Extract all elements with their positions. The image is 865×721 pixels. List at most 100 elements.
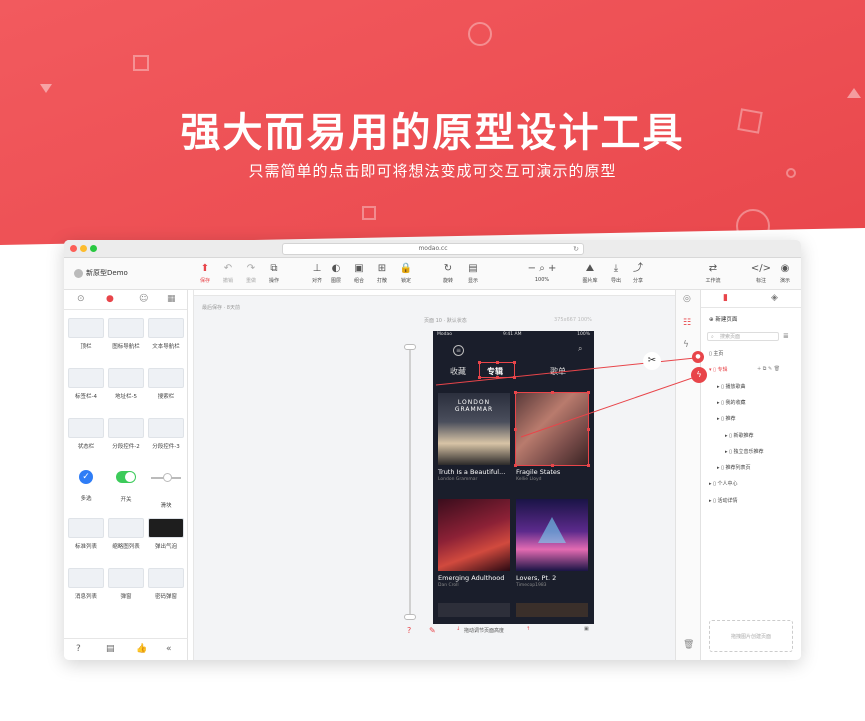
component-item[interactable]: 标签栏-4 (66, 368, 106, 400)
close-window-button[interactable] (70, 245, 77, 252)
ungroup-button[interactable]: ⊞ 打散 (371, 262, 393, 284)
settings-icon[interactable]: ◎ (683, 294, 691, 304)
layers-tab-icon[interactable]: ◈ (771, 293, 778, 303)
component-item[interactable]: 消息列表 (66, 568, 106, 600)
share-button[interactable]: ⤴ 分享 (627, 262, 649, 284)
slider-handle-bottom[interactable] (404, 614, 416, 620)
component-item[interactable]: 弹窗 (106, 568, 146, 600)
rotate-button[interactable]: ↻ 旋转 (437, 262, 459, 284)
selection-handle[interactable] (587, 464, 590, 467)
slider-handle-top[interactable] (404, 344, 416, 350)
minimize-window-button[interactable] (80, 245, 87, 252)
page-actions[interactable]: + ⧉ ✎ 🗑 (757, 366, 780, 372)
selection-handle[interactable] (587, 391, 590, 394)
component-item[interactable]: 搜索栏 (146, 368, 186, 400)
component-item[interactable]: 密码弹窗 (146, 568, 186, 600)
album-card[interactable]: Lovers, Pt. 2 Timecop1983 (516, 499, 588, 588)
scissors-icon[interactable]: ✂ (643, 352, 661, 370)
image-library-button[interactable]: ⛰ 图片库 (579, 262, 601, 284)
phone-artboard[interactable]: Modao 9:41 AM 100% ≡ ⌕ 收藏 专辑 歌单 LONDON GRA… (433, 331, 594, 624)
component-item[interactable]: 滑块 (146, 468, 186, 509)
lightning-icon[interactable]: ϟ (683, 340, 689, 350)
selection-handle[interactable] (513, 361, 516, 364)
selection-handle[interactable] (551, 391, 554, 394)
component-item[interactable]: 缩略图列表 (106, 518, 146, 550)
maximize-window-button[interactable] (90, 245, 97, 252)
help-icon[interactable]: ? (76, 644, 81, 654)
layers-list-icon[interactable]: ☷ (683, 318, 691, 328)
project-name[interactable]: 新原型Demo (74, 268, 128, 278)
pages-tab-icon[interactable]: ▮ (723, 293, 728, 303)
export-button[interactable]: ⤓ 导出 (605, 262, 627, 284)
preview-button[interactable]: ◉ 演示 (774, 262, 796, 284)
page-tree-item[interactable]: ▸ ▯ 我的收藏 (717, 399, 745, 406)
help-circle-icon[interactable]: ? (407, 626, 411, 635)
component-item[interactable]: 分段控件-2 (106, 418, 146, 450)
page-tree-item[interactable]: ▸ ▯ 活动详情 (709, 497, 737, 504)
component-item[interactable]: 标准列表 (66, 518, 106, 550)
selection-handle[interactable] (496, 376, 499, 379)
smiley-icon[interactable]: ☺ (139, 294, 148, 304)
selection-handle[interactable] (513, 376, 516, 379)
component-item[interactable]: 文本导航栏 (146, 318, 186, 350)
lock-button[interactable]: 🔒 锁定 (395, 262, 417, 284)
page-tree-item[interactable]: ▸ ▯ 播放歌曲 (717, 383, 745, 390)
new-page-button[interactable]: ⊕ 新建页面 (709, 315, 737, 323)
collapse-icon[interactable]: « (166, 644, 172, 654)
save-button[interactable]: ⬆ 保存 (194, 262, 216, 284)
component-item[interactable]: 状态栏 (66, 418, 106, 450)
page-tree-item[interactable]: ▸ ▯ 独立音乐推荐 (725, 448, 763, 455)
undo-button[interactable]: ↶ 撤销 (217, 262, 239, 284)
editor-canvas[interactable]: 最后保存 · 8天前 页面 10 · 默认状态 375x667 100% Mod… (188, 290, 675, 660)
image-icon[interactable]: ▣ (584, 626, 589, 632)
list-view-icon[interactable]: ≣ (783, 332, 789, 340)
redo-button[interactable]: ↷ 重做 (240, 262, 262, 284)
apple-icon[interactable]: ● (106, 294, 114, 304)
selection-handle[interactable] (478, 376, 481, 379)
layout-icon[interactable]: ▦ (167, 294, 176, 304)
trash-icon[interactable]: 🗑 (683, 640, 694, 650)
zoom-control[interactable]: − ⌕ + 100% (522, 262, 562, 283)
phone-tab[interactable]: 收藏 (450, 366, 466, 377)
component-item[interactable]: 图标导航栏 (106, 318, 146, 350)
selection-handle[interactable] (514, 428, 517, 431)
album-card[interactable]: LONDON GRAMMAR Truth Is a Beautiful... Lon… (438, 393, 510, 482)
page-height-slider[interactable] (409, 345, 411, 620)
layer-order-button[interactable]: ◐ 图层 (325, 262, 347, 284)
selection-handle[interactable] (478, 361, 481, 364)
component-item[interactable]: 弹出气泡 (146, 518, 186, 550)
page-tree-item[interactable]: ▸ ▯ 个人中心 (709, 480, 737, 487)
page-tree-item[interactable]: ▸ ▯ 推荐列表页 (717, 464, 750, 471)
upload-drop-zone[interactable]: 拖拽图片创建页面 (709, 620, 793, 652)
page-tree-item[interactable]: ▾ ▯ 专辑 + ⧉ ✎ 🗑 (709, 366, 780, 373)
album-card[interactable]: Fragile States Kellie Lloyd (514, 391, 590, 482)
search-icon[interactable]: ⌕ (578, 344, 582, 354)
component-item[interactable]: 地址栏-5 (106, 368, 146, 400)
component-item[interactable]: 开关 (106, 468, 146, 503)
menu-icon[interactable]: ≡ (453, 345, 464, 356)
pen-icon[interactable]: ✎ (429, 626, 436, 635)
selection-handle[interactable] (514, 464, 517, 467)
page-tree-item[interactable]: ▯ 主页 (709, 350, 723, 357)
selection-handle[interactable] (551, 464, 554, 467)
selection-handle[interactable] (587, 428, 590, 431)
selection-handle[interactable] (496, 361, 499, 364)
phone-tab[interactable]: 歌单 (550, 366, 566, 377)
page-search-input[interactable]: ⌕ 搜索页面 (707, 332, 779, 341)
reload-icon[interactable]: ↻ (573, 244, 579, 254)
workflow-button[interactable]: ⇄ 工作流 (702, 262, 724, 284)
display-button[interactable]: ▤ 显示 (462, 262, 484, 284)
page-tree-item[interactable]: ▸ ▯ 推荐 (717, 415, 735, 422)
address-bar[interactable]: modao.cc ↻ (282, 243, 584, 255)
lightning-pin-icon[interactable]: ϟ (691, 367, 707, 383)
album-card[interactable]: Emerging Adulthood Dan Croll (438, 499, 510, 588)
link-pin-icon[interactable]: ● (692, 351, 704, 363)
group-button[interactable]: ▣ 组合 (348, 262, 370, 284)
page-tree-item[interactable]: ▸ ▯ 新歌推荐 (725, 432, 753, 439)
android-icon[interactable]: ⊙ (77, 294, 85, 304)
thumbs-up-icon[interactable]: 👍 (136, 644, 147, 654)
document-icon[interactable]: ▤ (106, 644, 115, 654)
component-item[interactable]: 分段控件-3 (146, 418, 186, 450)
component-item[interactable]: 顶栏 (66, 318, 106, 350)
action-button[interactable]: ⧉ 操作 (263, 262, 285, 284)
